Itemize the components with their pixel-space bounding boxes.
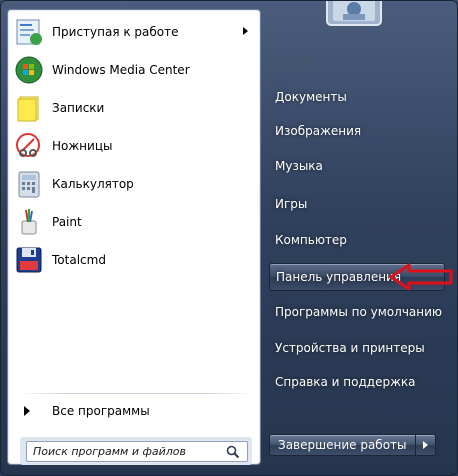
- app-label: Приступая к работе: [52, 25, 179, 39]
- shutdown-label: Завершение работы: [278, 438, 407, 452]
- app-item-getting-started[interactable]: Приступая к работе: [10, 14, 260, 50]
- snipping-tool-icon: [12, 129, 46, 163]
- app-label: Записки: [52, 101, 105, 115]
- app-label: Totalcmd: [52, 253, 106, 267]
- app-item-windows-media-center[interactable]: Windows Media Center: [10, 52, 260, 88]
- app-item-paint[interactable]: Paint: [10, 204, 260, 240]
- calculator-icon: [12, 167, 46, 201]
- total-commander-icon: [12, 243, 46, 277]
- right-item-label: Компьютер: [275, 233, 347, 247]
- app-item-totalcmd[interactable]: Totalcmd: [10, 242, 260, 278]
- user-name-bar[interactable]: [273, 56, 313, 69]
- app-label: Калькулятор: [52, 177, 134, 191]
- app-item-snipping-tool[interactable]: Ножницы: [10, 128, 260, 164]
- right-item-label: Программы по умолчанию: [275, 305, 443, 319]
- start-menu: Приступая к работе Windows Media Center: [0, 0, 458, 476]
- app-item-sticky-notes[interactable]: Записки: [10, 90, 260, 126]
- getting-started-icon: [12, 15, 46, 49]
- search-input[interactable]: [27, 445, 223, 458]
- right-item-label: Документы: [275, 90, 347, 104]
- all-programs-label: Все программы: [52, 404, 150, 418]
- shutdown-button[interactable]: Завершение работы: [269, 434, 416, 456]
- right-item-label: Устройства и принтеры: [275, 341, 425, 355]
- right-item-documents[interactable]: Документы: [269, 83, 445, 111]
- search-box[interactable]: [26, 441, 248, 462]
- shutdown-group: Завершение работы: [269, 434, 436, 456]
- search-area: [20, 437, 252, 465]
- programs-pane: Приступая к работе Windows Media Center: [7, 9, 261, 465]
- search-icon[interactable]: [223, 442, 243, 461]
- windows-media-center-icon: [12, 53, 46, 87]
- right-item-help-support[interactable]: Справка и поддержка: [269, 368, 445, 396]
- separator: [18, 393, 254, 394]
- app-label: Windows Media Center: [52, 63, 190, 77]
- paint-icon: [12, 205, 46, 239]
- shutdown-options-arrow-icon[interactable]: [415, 434, 436, 456]
- right-item-devices-printers[interactable]: Устройства и принтеры: [269, 334, 445, 362]
- right-item-label: Панель управления: [276, 270, 402, 284]
- right-item-default-programs[interactable]: Программы по умолчанию: [269, 298, 445, 326]
- right-item-computer[interactable]: Компьютер: [269, 226, 445, 254]
- right-item-label: Справка и поддержка: [275, 375, 416, 389]
- right-item-label: Музыка: [275, 159, 323, 173]
- right-item-label: Игры: [275, 197, 308, 211]
- submenu-arrow-icon[interactable]: [243, 27, 248, 35]
- app-label: Ножницы: [52, 139, 113, 153]
- app-label: Paint: [52, 215, 82, 229]
- right-item-pictures[interactable]: Изображения: [269, 117, 445, 145]
- all-programs-item[interactable]: Все программы: [10, 400, 260, 422]
- red-arrow-icon: [389, 263, 453, 291]
- app-item-calculator[interactable]: Калькулятор: [10, 166, 260, 202]
- right-item-games[interactable]: Игры: [269, 190, 445, 218]
- user-picture-icon[interactable]: [323, 0, 385, 27]
- expand-arrow-icon: [24, 406, 30, 416]
- right-item-music[interactable]: Музыка: [269, 152, 445, 180]
- right-item-label: Изображения: [275, 124, 362, 138]
- sticky-notes-icon: [12, 91, 46, 125]
